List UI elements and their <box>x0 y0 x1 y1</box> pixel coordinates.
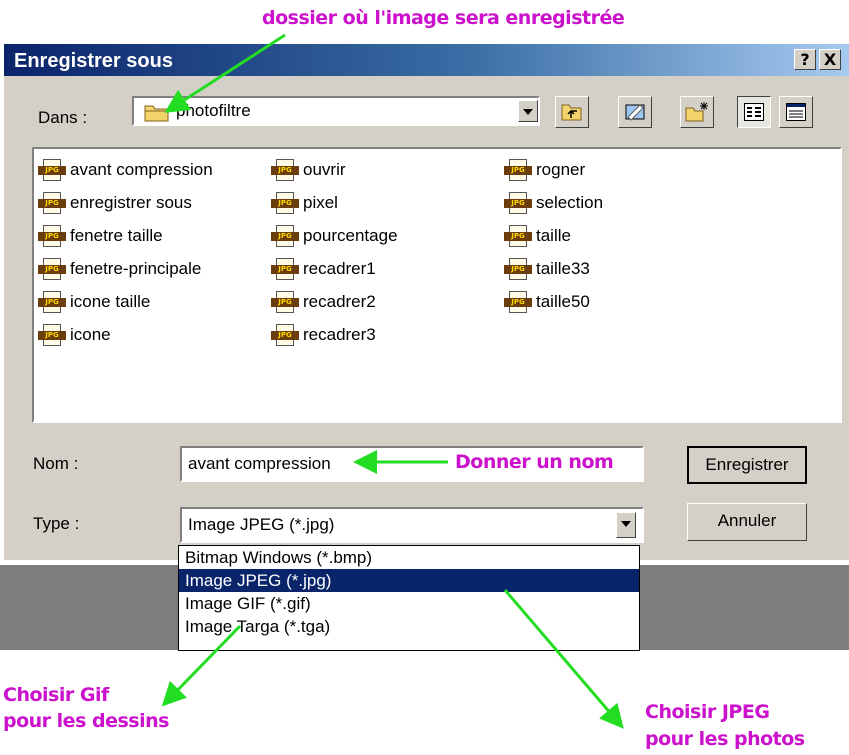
look-in-dropdown-arrow[interactable] <box>518 100 538 122</box>
type-dropdown-arrow[interactable] <box>616 512 636 538</box>
up-one-level-button[interactable] <box>555 96 589 128</box>
jpg-file-icon: JPG <box>504 291 532 313</box>
file-item[interactable]: JPG selection <box>504 190 603 216</box>
file-item[interactable]: JPG icone taille <box>38 289 150 315</box>
file-item[interactable]: JPG fenetre-principale <box>38 256 201 282</box>
page: { "annotations": { "folder_note": "dossi… <box>0 0 849 755</box>
jpg-file-icon: JPG <box>271 225 299 247</box>
type-option[interactable]: Bitmap Windows (*.bmp) <box>179 546 639 569</box>
file-name: recadrer3 <box>303 325 376 344</box>
desktop-button[interactable] <box>618 96 652 128</box>
jpg-file-icon: JPG <box>38 258 66 280</box>
file-name: taille33 <box>536 259 590 278</box>
file-item[interactable]: JPG taille33 <box>504 256 590 282</box>
jpg-file-icon: JPG <box>38 291 66 313</box>
jpeg-annotation-line1: Choisir JPEG <box>645 701 770 723</box>
file-item[interactable]: JPG ouvrir <box>271 157 346 183</box>
file-name: taille50 <box>536 292 590 311</box>
help-button[interactable]: ? <box>794 49 816 70</box>
file-name: pourcentage <box>303 226 398 245</box>
jpg-file-icon: JPG <box>38 159 66 181</box>
save-as-dialog: Enregistrer sous ? X Dans : photofiltre <box>4 44 849 560</box>
folder-annotation: dossier où l'image sera enregistrée <box>262 7 625 29</box>
type-combo[interactable]: Image JPEG (*.jpg) <box>180 507 644 543</box>
look-in-label: Dans : <box>38 108 88 127</box>
type-dropdown-list[interactable]: Bitmap Windows (*.bmp) Image JPEG (*.jpg)… <box>178 545 640 651</box>
jpg-file-icon: JPG <box>504 159 532 181</box>
file-item[interactable]: JPG recadrer2 <box>271 289 376 315</box>
dialog-title: Enregistrer sous <box>14 50 173 72</box>
folder-icon <box>144 102 170 127</box>
details-view-icon <box>786 103 806 126</box>
file-name: recadrer1 <box>303 259 376 278</box>
close-button[interactable]: X <box>819 49 841 70</box>
list-view-icon <box>744 103 764 126</box>
file-name: pixel <box>303 193 338 212</box>
file-item[interactable]: JPG pixel <box>271 190 338 216</box>
type-option[interactable]: Image GIF (*.gif) <box>179 592 639 615</box>
file-item[interactable]: JPG recadrer3 <box>271 322 376 348</box>
jpg-file-icon: JPG <box>271 159 299 181</box>
file-list[interactable]: JPG avant compression JPG enregistrer sous J… <box>32 147 842 423</box>
file-name: ouvrir <box>303 160 346 179</box>
desktop-icon <box>624 101 646 128</box>
file-item[interactable]: JPG rogner <box>504 157 585 183</box>
cancel-button[interactable]: Annuler <box>687 503 807 541</box>
type-options: Bitmap Windows (*.bmp) Image JPEG (*.jpg)… <box>179 546 639 638</box>
type-option-selected[interactable]: Image JPEG (*.jpg) <box>179 569 639 592</box>
file-name: fenetre-principale <box>70 259 202 278</box>
jpg-file-icon: JPG <box>504 258 532 280</box>
new-folder-icon <box>685 101 709 128</box>
file-name: fenetre taille <box>70 226 163 245</box>
file-name: selection <box>536 193 604 212</box>
type-option[interactable]: Image Targa (*.tga) <box>179 615 639 638</box>
file-name: recadrer2 <box>303 292 376 311</box>
name-annotation: Donner un nom <box>455 451 614 473</box>
type-label: Type : <box>33 514 80 533</box>
file-name: avant compression <box>70 160 213 179</box>
up-one-level-icon <box>561 102 583 127</box>
jpg-file-icon: JPG <box>271 258 299 280</box>
file-item[interactable]: JPG taille <box>504 223 571 249</box>
file-name: icone <box>70 325 111 344</box>
jpg-file-icon: JPG <box>504 225 532 247</box>
save-button[interactable]: Enregistrer <box>687 446 807 484</box>
jpg-file-icon: JPG <box>504 192 532 214</box>
file-name: taille <box>536 226 571 245</box>
name-value: avant compression <box>188 454 331 473</box>
file-item[interactable]: JPG recadrer1 <box>271 256 376 282</box>
file-name: enregistrer sous <box>70 193 192 212</box>
file-item[interactable]: JPG icone <box>38 322 111 348</box>
file-item[interactable]: JPG taille50 <box>504 289 590 315</box>
look-in-combo[interactable]: photofiltre <box>132 96 540 126</box>
name-label: Nom : <box>33 454 79 473</box>
file-name: icone taille <box>70 292 151 311</box>
file-name: rogner <box>536 160 586 179</box>
jpg-file-icon: JPG <box>271 192 299 214</box>
jpg-file-icon: JPG <box>38 192 66 214</box>
file-item[interactable]: JPG fenetre taille <box>38 223 163 249</box>
file-item[interactable]: JPG avant compression <box>38 157 213 183</box>
title-bar: Enregistrer sous ? X <box>4 44 849 76</box>
jpg-file-icon: JPG <box>271 291 299 313</box>
gif-annotation-line2: pour les dessins <box>3 710 169 732</box>
current-folder: photofiltre <box>176 101 251 120</box>
new-folder-button[interactable] <box>680 96 714 128</box>
gif-annotation-line1: Choisir Gif <box>3 684 109 706</box>
jpeg-annotation-line2: pour les photos <box>645 728 805 750</box>
details-view-button[interactable] <box>779 96 813 128</box>
jpg-file-icon: JPG <box>271 324 299 346</box>
jpg-file-icon: JPG <box>38 324 66 346</box>
type-value: Image JPEG (*.jpg) <box>188 515 335 534</box>
list-view-button[interactable] <box>737 96 771 128</box>
file-item[interactable]: JPG pourcentage <box>271 223 398 249</box>
jpg-file-icon: JPG <box>38 225 66 247</box>
file-item[interactable]: JPG enregistrer sous <box>38 190 192 216</box>
